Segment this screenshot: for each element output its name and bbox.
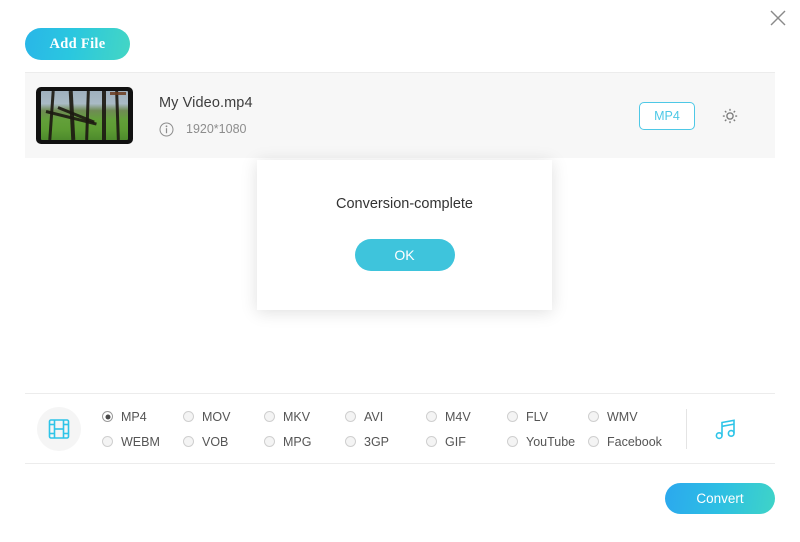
- format-option-label: MKV: [283, 409, 311, 424]
- format-option-mp4[interactable]: MP4: [102, 404, 183, 429]
- thumbnail-watermark: [110, 92, 126, 95]
- radio-icon: [507, 436, 518, 447]
- radio-icon: [264, 411, 275, 422]
- format-option-label: 3GP: [364, 434, 390, 449]
- divider-top: [25, 393, 775, 394]
- format-option-mpg[interactable]: MPG: [264, 429, 345, 454]
- format-option-facebook[interactable]: Facebook: [588, 429, 669, 454]
- file-resolution: 1920*1080: [186, 122, 247, 136]
- radio-icon: [183, 411, 194, 422]
- file-meta: My Video.mp4 1920*1080: [159, 95, 639, 137]
- format-option-webm[interactable]: WEBM: [102, 429, 183, 454]
- format-option-gif[interactable]: GIF: [426, 429, 507, 454]
- radio-icon: [264, 436, 275, 447]
- radio-icon: [588, 436, 599, 447]
- radio-icon: [345, 411, 356, 422]
- format-bar: MP4 MOV MKV AVI M4V FLV WMV WEBM VOB MPG…: [25, 398, 775, 460]
- format-option-label: YouTube: [526, 434, 576, 449]
- format-option-wmv[interactable]: WMV: [588, 404, 669, 429]
- format-option-label: MP4: [121, 409, 147, 424]
- file-subinfo: 1920*1080: [159, 122, 639, 137]
- format-option-mov[interactable]: MOV: [183, 404, 264, 429]
- format-option-label: MOV: [202, 409, 231, 424]
- gear-icon: [722, 108, 738, 123]
- format-option-label: AVI: [364, 409, 384, 424]
- convert-button[interactable]: Convert: [665, 483, 775, 514]
- output-format-badge[interactable]: MP4: [639, 101, 695, 130]
- audio-format-tab[interactable]: [707, 410, 745, 448]
- file-settings-button[interactable]: [717, 103, 743, 129]
- format-option-label: VOB: [202, 434, 229, 449]
- video-format-tab[interactable]: [37, 407, 81, 451]
- format-option-label: M4V: [445, 409, 471, 424]
- radio-icon: [426, 436, 437, 447]
- radio-icon: [345, 436, 356, 447]
- video-thumbnail[interactable]: [36, 87, 133, 144]
- format-option-youtube[interactable]: YouTube: [507, 429, 588, 454]
- film-strip-icon: [48, 419, 70, 439]
- format-bar-separator: [686, 409, 687, 449]
- dialog-ok-button[interactable]: OK: [354, 238, 455, 271]
- radio-icon: [588, 411, 599, 422]
- format-option-label: FLV: [526, 409, 548, 424]
- close-window-button[interactable]: [762, 2, 794, 34]
- file-list: My Video.mp4 1920*1080 MP4: [25, 72, 775, 158]
- radio-icon: [102, 436, 113, 447]
- radio-icon: [426, 411, 437, 422]
- radio-icon: [102, 411, 113, 422]
- dialog-message: Conversion-complete: [335, 195, 473, 212]
- add-file-area: Add File: [25, 28, 130, 60]
- format-option-label: Facebook: [607, 434, 662, 449]
- format-option-flv[interactable]: FLV: [507, 404, 588, 429]
- format-option-m4v[interactable]: M4V: [426, 404, 507, 429]
- info-icon[interactable]: [159, 122, 174, 137]
- music-note-icon: [715, 419, 735, 440]
- format-option-label: WEBM: [121, 434, 160, 449]
- format-option-label: GIF: [445, 434, 466, 449]
- format-option-label: MPG: [283, 434, 312, 449]
- radio-icon: [183, 436, 194, 447]
- format-options: MP4 MOV MKV AVI M4V FLV WMV WEBM VOB MPG…: [102, 404, 686, 454]
- format-option-3gp[interactable]: 3GP: [345, 429, 426, 454]
- table-row[interactable]: My Video.mp4 1920*1080 MP4: [25, 73, 775, 158]
- format-option-mkv[interactable]: MKV: [264, 404, 345, 429]
- conversion-complete-dialog: Conversion-complete OK: [257, 160, 552, 310]
- file-name: My Video.mp4: [159, 94, 253, 111]
- format-option-label: WMV: [607, 409, 638, 424]
- add-file-button[interactable]: Add File: [25, 28, 130, 60]
- radio-icon: [507, 411, 518, 422]
- format-option-vob[interactable]: VOB: [183, 429, 264, 454]
- close-icon: [770, 10, 786, 26]
- divider-bottom: [25, 463, 775, 464]
- thumbnail-image: [41, 91, 128, 140]
- format-option-avi[interactable]: AVI: [345, 404, 426, 429]
